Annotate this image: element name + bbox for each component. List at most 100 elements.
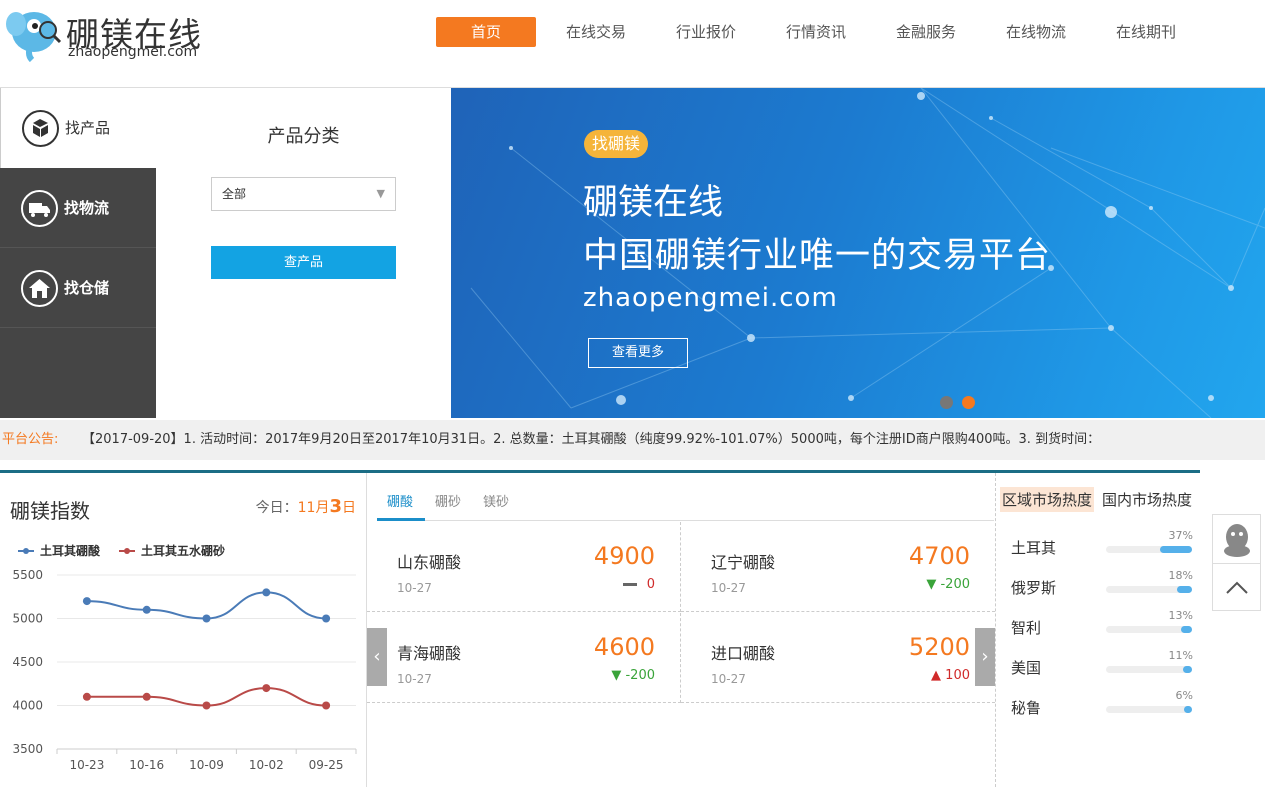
price-card-date: 10-27 [397, 672, 432, 686]
qq-contact-button[interactable] [1212, 514, 1261, 564]
price-card[interactable]: 辽宁硼酸 10-27 4700 ▼ -200 [681, 522, 995, 612]
x-tick-label: 10-16 [129, 758, 164, 772]
heat-row-name: 俄罗斯 [1011, 579, 1057, 597]
heat-bar-fill [1182, 666, 1192, 673]
announcement-text[interactable]: 【2017-09-20】1. 活动时间：2017年9月20日至2017年10月3… [82, 420, 1100, 460]
legend-marker [23, 548, 29, 554]
heat-bar-fill [1180, 626, 1192, 633]
change-value: -200 [625, 668, 655, 683]
nav-logistics[interactable]: 在线物流 [990, 17, 1082, 47]
index-title: 硼镁指数 [10, 499, 90, 523]
sidebar-item-logistics[interactable]: 找物流 [0, 168, 156, 248]
chevron-right-icon: › [981, 646, 989, 667]
nav-home[interactable]: 首页 [436, 17, 536, 47]
tab-domestic-heat[interactable]: 国内市场热度 [1102, 489, 1192, 510]
qq-penguin-icon [1224, 524, 1250, 557]
today-date: 今日：11月3日 [256, 496, 356, 517]
heat-bar-track [1106, 666, 1192, 673]
price-card-change: 0 [622, 577, 655, 592]
data-point [142, 692, 151, 701]
heat-bar-track [1106, 546, 1192, 553]
change-value: 0 [646, 577, 655, 592]
elephant-mascot-icon [6, 12, 62, 62]
chevron-up-icon [1226, 581, 1248, 594]
price-card-date: 10-27 [397, 581, 432, 595]
category-select[interactable]: 全部 ▼ [211, 177, 396, 211]
carousel-dot-2[interactable] [962, 396, 975, 409]
price-card-value: 4700 [908, 542, 970, 570]
data-point [262, 684, 271, 693]
price-card-date: 10-27 [711, 672, 746, 686]
search-products-button[interactable]: 查产品 [211, 246, 396, 279]
price-card[interactable]: 山东硼酸 10-27 4900 0 [367, 522, 681, 612]
data-point [322, 614, 331, 623]
sidebar-label-products: 找产品 [65, 119, 111, 137]
site-header: 硼镁在线 zhaopengmei.com 首页 在线交易 行业报价 行情资讯 金… [0, 0, 1265, 88]
heat-row-percent: 37% [1168, 529, 1193, 542]
price-card-value: 4600 [593, 633, 655, 661]
nav-industry-quote[interactable]: 行业报价 [660, 17, 752, 47]
heat-bar-track [1106, 626, 1192, 633]
banner-domain: zhaopengmei.com [583, 283, 838, 313]
nav-journal[interactable]: 在线期刊 [1100, 17, 1192, 47]
date-month: 11月 [297, 500, 330, 516]
logo-domain: zhaopengmei.com [68, 44, 198, 60]
nav-finance[interactable]: 金融服务 [880, 17, 972, 47]
legend-label: 土耳其硼酸 [40, 543, 101, 558]
sidebar-item-products[interactable]: 找产品 [0, 88, 156, 168]
banner-tag-badge: 找硼镁 [584, 130, 649, 158]
date-prefix: 今日： [255, 500, 298, 516]
data-point [202, 701, 211, 710]
product-filter-panel: 产品分类 全部 ▼ 查产品 [156, 88, 451, 418]
nav-market-news[interactable]: 行情资讯 [770, 17, 862, 47]
category-select-value: 全部 [222, 187, 247, 201]
change-value: -200 [940, 577, 970, 592]
x-tick-label: 10-02 [249, 758, 284, 772]
date-day: 3 [329, 496, 342, 517]
price-card-name: 山东硼酸 [397, 553, 462, 572]
price-card[interactable]: 青海硼酸 10-27 4600 ▼ -200 [367, 613, 681, 703]
box-icon [22, 110, 59, 147]
next-arrow-button[interactable]: › [975, 628, 995, 686]
y-tick-label: 5000 [12, 612, 43, 626]
view-more-button[interactable]: 查看更多 [588, 338, 688, 368]
data-point [142, 605, 151, 614]
data-point [82, 692, 91, 701]
heat-row-name: 智利 [1011, 619, 1042, 637]
chevron-left-icon: ‹ [373, 646, 381, 667]
heat-row-name: 秘鲁 [1011, 699, 1042, 717]
price-card-change: ▲ 100 [931, 668, 970, 683]
nav-online-trade[interactable]: 在线交易 [550, 17, 642, 47]
price-card[interactable]: 进口硼酸 10-27 5200 ▲ 100 [681, 613, 995, 703]
sidebar-item-warehouse[interactable]: 找仓储 [0, 248, 156, 328]
filter-title: 产品分类 [267, 126, 340, 147]
heat-row: 美国 11% [996, 649, 1201, 697]
y-tick-label: 4500 [12, 655, 43, 669]
tab-boric-acid[interactable]: 硼酸 [387, 491, 413, 510]
carousel-dot-1[interactable] [940, 396, 953, 409]
y-tick-label: 4000 [12, 699, 43, 713]
market-index-panel: 硼镁指数 今日：11月3日 土耳其硼酸 土耳其五水硼砂 5500 5000 4500 40… [0, 470, 1201, 787]
tab-magnesia[interactable]: 镁砂 [483, 491, 509, 510]
price-card-change: ▼ -200 [926, 577, 970, 592]
triangle-up-icon: ▲ [931, 668, 942, 683]
legend-marker [124, 548, 130, 554]
hero-banner[interactable]: 找硼镁 硼镁在线 中国硼镁行业唯一的交易平台 zhaopengmei.com 查… [451, 88, 1265, 418]
heat-row-name: 土耳其 [1011, 539, 1057, 557]
price-card-date: 10-27 [711, 581, 746, 595]
heat-bar-track [1106, 706, 1192, 713]
prev-arrow-button[interactable]: ‹ [367, 628, 387, 686]
truck-icon [21, 190, 58, 227]
banner-subheadline: 中国硼镁行业唯一的交易平台 [583, 236, 1052, 276]
back-to-top-button[interactable] [1212, 564, 1261, 611]
tab-regional-heat[interactable]: 区域市场热度 [1000, 487, 1095, 512]
tab-borax[interactable]: 硼砂 [435, 491, 461, 510]
y-tick-label: 3500 [12, 742, 43, 756]
flat-icon [622, 583, 637, 586]
price-card-value: 5200 [908, 633, 970, 661]
heat-row: 秘鲁 6% [996, 689, 1201, 737]
date-suffix: 日 [342, 500, 356, 516]
announcement-label: 平台公告: [2, 432, 59, 447]
price-card-value: 4900 [593, 542, 655, 570]
banner-headline: 硼镁在线 [583, 183, 724, 223]
